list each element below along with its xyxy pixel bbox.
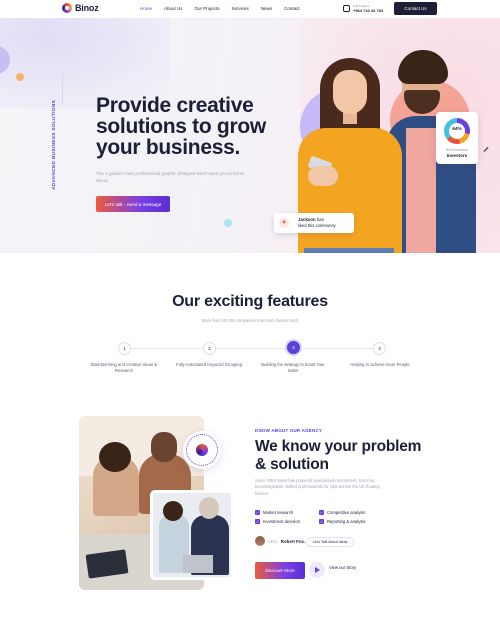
discover-more-button[interactable]: Discover More <box>255 562 305 579</box>
testimonial-name-suffix: has <box>316 217 324 222</box>
check-item-label: Competitive analysis <box>327 510 366 515</box>
testimonial-name: Jackson <box>298 217 316 222</box>
step-connector <box>303 348 373 349</box>
testimonial-name-line: Jackson has <box>298 217 324 222</box>
stat-label: Investors <box>446 153 468 158</box>
check-item-label: Investment decision <box>263 519 301 524</box>
heart-icon: ♥ <box>279 218 289 228</box>
feature-step-4-label: Helping to achieve more People <box>350 362 410 367</box>
nav-item-news[interactable]: News <box>261 6 272 11</box>
testimonial-text: liked this community <box>298 223 336 228</box>
talk-ideas-link[interactable]: Let's Talk About Ideas <box>306 537 354 547</box>
check-icon: ✓ <box>319 510 324 515</box>
call-info[interactable]: Call Anytime +964 742 44 763 <box>343 4 383 13</box>
image-person-head <box>99 442 131 472</box>
agency-description: Since 1983 Mess has powered specialized … <box>255 478 380 496</box>
man-tee <box>406 128 436 253</box>
stat-caption: 84% increase <box>446 148 468 152</box>
woman-shirt <box>298 128 402 253</box>
hero-subtitle: The 3 golden main professional graphic d… <box>96 171 244 183</box>
top-nav: Binoz Home About Us Our Projects Service… <box>0 0 500 18</box>
feature-step-4[interactable]: 4 <box>373 342 386 355</box>
nav-item-home[interactable]: Home <box>140 6 152 11</box>
rotating-badge <box>183 431 221 469</box>
woman-face <box>333 70 367 114</box>
image-person-head <box>199 497 219 519</box>
image-person-head <box>151 432 177 462</box>
decor-vertical-line <box>62 73 63 103</box>
step-connector <box>131 348 203 349</box>
check-item-label: Reporting & analysis <box>327 519 366 524</box>
feature-step-3[interactable]: 3 <box>285 339 302 356</box>
stat-value: 64% <box>452 127 462 132</box>
phone-icon <box>343 5 350 12</box>
features-title: Our exciting features <box>172 293 328 310</box>
ceo-name: Robert Fox. <box>280 538 306 544</box>
brand-name: Binoz <box>75 3 99 13</box>
image-laptop <box>183 555 213 573</box>
ceo-role: CEO, <box>268 538 278 544</box>
features-subtitle: More than 10,000 companies trust and cho… <box>201 318 299 323</box>
brand-logo[interactable]: Binoz <box>62 3 99 13</box>
check-item: ✓ Market research <box>255 510 319 515</box>
check-icon: ✓ <box>319 519 324 524</box>
main-menu: Home About Us Our Projects Services News… <box>140 6 300 11</box>
play-icon[interactable] <box>309 562 325 578</box>
feature-step-3-label: Building the strategy to boost Your Sale… <box>261 362 325 373</box>
hero-section: ADVANCED BUSINESS SOLUTIONS Provide crea… <box>0 18 500 253</box>
check-item: ✓ Competitive analysis <box>319 510 399 515</box>
colleagues-image <box>150 490 234 580</box>
logo-icon <box>196 444 208 456</box>
feature-check-list: ✓ Market research ✓ Competitive analysis ✓… <box>255 510 405 524</box>
check-icon: ✓ <box>255 510 260 515</box>
nav-item-services[interactable]: Services <box>232 6 249 11</box>
investor-stat-card: 64% 84% increase Investors <box>436 112 478 164</box>
nav-item-contact[interactable]: Contact <box>284 6 300 11</box>
view-story-link[interactable]: View our Story <box>329 565 359 571</box>
decor-dot-teal <box>224 219 232 227</box>
agency-title: We know your problem & solution <box>255 438 422 473</box>
vertical-tagline: ADVANCED BUSINESS SOLUTIONS <box>52 99 57 190</box>
logo-icon <box>62 3 72 13</box>
check-item: ✓ Reporting & analysis <box>319 519 399 524</box>
step-connector <box>217 348 285 349</box>
testimonial-card: ♥ Jackson has liked this community <box>274 213 354 233</box>
contact-us-button[interactable]: Contact Us <box>394 2 437 15</box>
agency-kicker: KNOW ABOUT OUR AGENCY <box>255 428 323 433</box>
check-item-label: Market research <box>263 510 294 515</box>
decor-dot-orange <box>16 73 24 81</box>
send-message-button[interactable]: Let's talk - Send a message <box>96 196 170 212</box>
hero-title: Provide creative solutions to grow your … <box>96 94 266 159</box>
nav-item-about[interactable]: About Us <box>164 6 183 11</box>
check-item: ✓ Investment decision <box>255 519 319 524</box>
phone-number: +964 742 44 763 <box>353 8 384 13</box>
feature-step-2-label: Fully Automated Keyword Grouping <box>176 362 242 367</box>
ceo-signature: CEO, Robert Fox. <box>255 536 305 546</box>
nav-item-projects[interactable]: Our Projects <box>195 6 220 11</box>
woman-arm <box>308 166 338 186</box>
call-text: Call Anytime +964 742 44 763 <box>353 4 383 13</box>
image-person-head <box>163 501 183 521</box>
woman-jeans <box>304 248 394 253</box>
feature-step-1[interactable]: 1 <box>118 342 131 355</box>
avatar <box>255 536 265 546</box>
feature-step-1-label: Brainstorming and Creative Ideas & Resea… <box>90 362 158 373</box>
feature-step-2[interactable]: 2 <box>203 342 216 355</box>
check-icon: ✓ <box>255 519 260 524</box>
